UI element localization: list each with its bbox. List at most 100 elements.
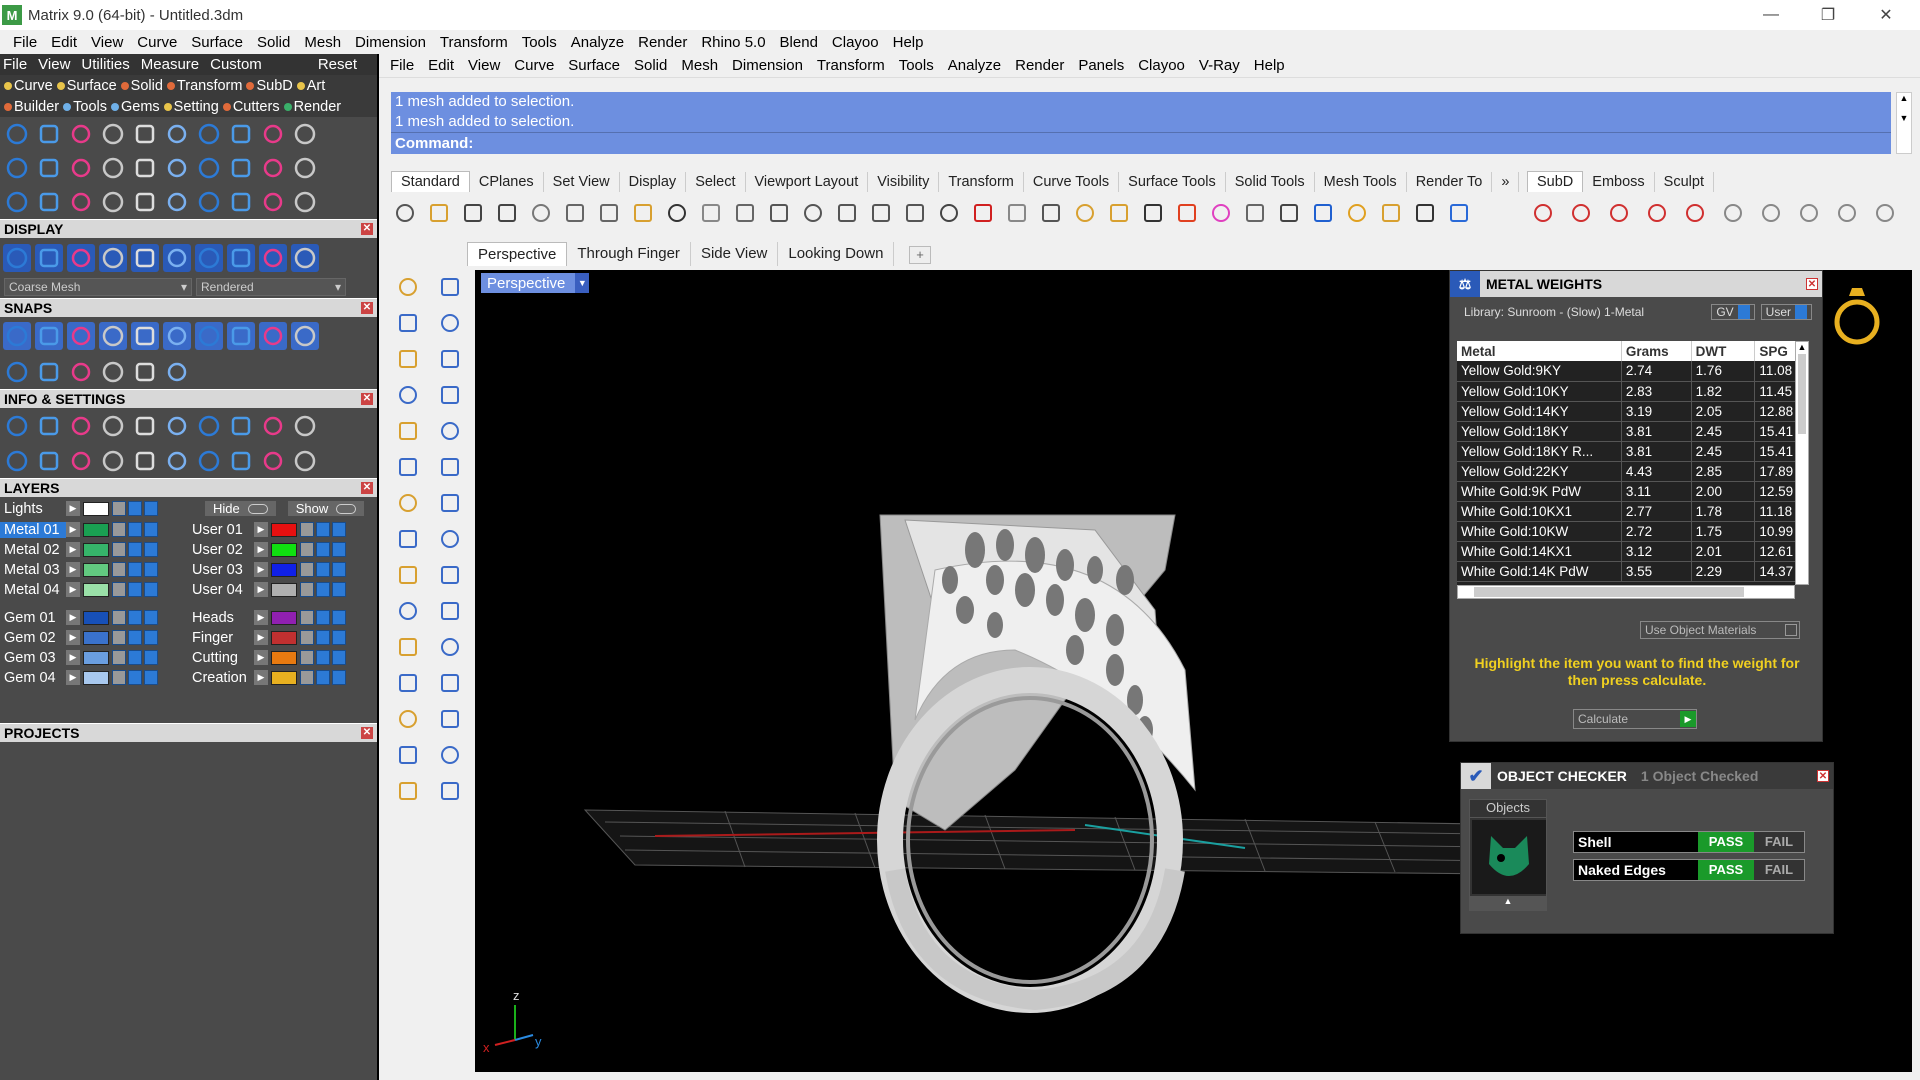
visibility-icon[interactable] — [316, 650, 330, 665]
expand-icon[interactable]: ▶ — [254, 582, 268, 597]
grid-snap-icon[interactable] — [3, 358, 31, 386]
rhino-menu-mesh[interactable]: Mesh — [674, 57, 725, 74]
more-tabs-icon[interactable]: » — [1492, 172, 1520, 192]
rhino-menu-tools[interactable]: Tools — [892, 57, 941, 74]
layer-color-swatch[interactable] — [271, 670, 297, 685]
projects-section-header[interactable]: PROJECTS ✕ — [0, 723, 377, 742]
layer-color-swatch[interactable] — [83, 582, 109, 597]
undo-icon[interactable] — [663, 199, 691, 227]
lock-icon[interactable] — [112, 562, 126, 577]
print-icon[interactable] — [332, 610, 346, 625]
side-nav-render[interactable]: Render — [280, 99, 341, 115]
ring-builder-icon[interactable] — [3, 120, 31, 148]
print-icon[interactable] — [332, 562, 346, 577]
visibility-icon[interactable] — [316, 522, 330, 537]
sphere-metal-icon[interactable] — [291, 244, 319, 272]
menu-help[interactable]: Help — [886, 34, 931, 51]
expand-icon[interactable]: ▶ — [254, 542, 268, 557]
polygon-icon[interactable] — [395, 418, 421, 444]
cylinder-icon[interactable] — [395, 526, 421, 552]
zoom-in-icon[interactable] — [765, 199, 793, 227]
scissors-icon[interactable] — [259, 154, 287, 182]
tan-snap-icon[interactable] — [227, 322, 255, 350]
visibility-icon[interactable] — [316, 610, 330, 625]
gem-icon[interactable] — [195, 412, 223, 440]
magic-icon[interactable] — [259, 447, 287, 475]
toolbar-tab-surface-tools[interactable]: Surface Tools — [1119, 172, 1226, 192]
scale-icon[interactable] — [163, 188, 191, 216]
sphere-render-icon[interactable] — [1275, 199, 1303, 227]
layers-icon[interactable] — [67, 412, 95, 440]
menu-mesh[interactable]: Mesh — [297, 34, 348, 51]
side-nav-curve[interactable]: Curve — [0, 78, 53, 94]
side-nav-builder[interactable]: Builder — [0, 99, 59, 115]
array-icon[interactable] — [3, 188, 31, 216]
side-nav-tools[interactable]: Tools — [59, 99, 107, 115]
lock-icon[interactable] — [112, 610, 126, 625]
print-icon[interactable] — [332, 650, 346, 665]
more-icon[interactable] — [1833, 199, 1861, 227]
plane-icon[interactable] — [437, 526, 463, 552]
toolbar-tab-subd[interactable]: SubD — [1527, 171, 1584, 192]
column-header-dwt[interactable]: DWT — [1691, 341, 1756, 361]
menu-render[interactable]: Render — [631, 34, 694, 51]
sphere-grey-icon[interactable] — [259, 244, 287, 272]
zoom-extents-icon[interactable] — [833, 199, 861, 227]
metal-table-vscroll[interactable]: ▲ — [1795, 341, 1809, 585]
visibility-icon[interactable] — [128, 650, 142, 665]
settings-icon[interactable] — [1757, 199, 1785, 227]
curve-icon[interactable] — [437, 310, 463, 336]
sphere-blue-icon[interactable] — [67, 244, 95, 272]
pan-icon[interactable] — [697, 199, 725, 227]
toolbar-tab-cplanes[interactable]: CPlanes — [470, 172, 544, 192]
text-icon[interactable] — [395, 634, 421, 660]
curve-tool-icon[interactable] — [99, 154, 127, 182]
close-icon[interactable]: ✕ — [361, 482, 373, 494]
close-icon[interactable]: ✕ — [361, 727, 373, 739]
history-scrollbar[interactable]: ▲ ▼ — [1896, 92, 1912, 154]
shaded-icon[interactable] — [35, 244, 63, 272]
cylinder-icon[interactable] — [131, 412, 159, 440]
close-icon[interactable]: ✕ — [361, 393, 373, 405]
side-nav-solid[interactable]: Solid — [117, 78, 163, 94]
select-icon[interactable] — [395, 274, 421, 300]
chevron-up-icon[interactable]: ▲ — [1796, 342, 1808, 352]
close-icon[interactable]: ✕ — [1806, 278, 1818, 290]
layer-heads[interactable]: Heads ▶ — [188, 608, 348, 627]
menu-rhino-5-0[interactable]: Rhino 5.0 — [694, 34, 772, 51]
side-nav-setting[interactable]: Setting — [160, 99, 219, 115]
paint-icon[interactable] — [259, 412, 287, 440]
rhino-menu-edit[interactable]: Edit — [421, 57, 461, 74]
ellipse-icon[interactable] — [437, 346, 463, 372]
settings-icon[interactable] — [3, 412, 31, 440]
toolbar-tab-standard[interactable]: Standard — [391, 171, 470, 192]
move-add-icon[interactable] — [35, 154, 63, 182]
perp-snap-icon[interactable] — [195, 322, 223, 350]
setting-icon[interactable] — [131, 120, 159, 148]
menu-curve[interactable]: Curve — [130, 34, 184, 51]
layer-lights[interactable]: Lights ▶ — [0, 499, 160, 518]
scroll-thumb[interactable] — [1798, 354, 1806, 434]
toolbar-tab-select[interactable]: Select — [686, 172, 746, 192]
gem-cut-icon[interactable] — [195, 154, 223, 182]
show-layers-button[interactable]: Show — [287, 501, 365, 516]
object-preview[interactable] — [1472, 820, 1546, 894]
layer-color-swatch[interactable] — [271, 522, 297, 537]
report-icon[interactable] — [291, 412, 319, 440]
quad-snap-icon[interactable] — [259, 322, 287, 350]
grid-icon[interactable] — [259, 188, 287, 216]
viewport-tab-side-view[interactable]: Side View — [691, 242, 779, 266]
lamp-icon[interactable] — [1105, 199, 1133, 227]
column-header-grams[interactable]: Grams — [1621, 341, 1692, 361]
knot-snap-icon[interactable] — [291, 322, 319, 350]
rhino-menu-curve[interactable]: Curve — [507, 57, 561, 74]
layers-section-header[interactable]: LAYERS ✕ — [0, 478, 377, 497]
circle-icon[interactable] — [395, 346, 421, 372]
print-icon[interactable] — [144, 522, 158, 537]
arc-icon[interactable] — [395, 382, 421, 408]
menu-file[interactable]: File — [6, 34, 44, 51]
split-icon[interactable] — [437, 670, 463, 696]
close-icon[interactable]: ✕ — [361, 223, 373, 235]
mid-snap-icon[interactable] — [99, 322, 127, 350]
table-row[interactable]: White Gold:10KW 2.72 1.75 10.99 — [1457, 521, 1795, 541]
